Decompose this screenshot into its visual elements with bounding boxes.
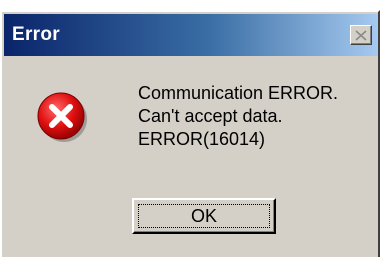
error-message: Communication ERROR. Can't accept data. … xyxy=(138,82,338,151)
message-line-2: Can't accept data. xyxy=(138,106,283,126)
ok-button-label: OK xyxy=(138,204,270,228)
ok-button[interactable]: OK xyxy=(132,198,276,234)
dialog-title: Error xyxy=(12,24,60,45)
title-bar[interactable]: Error xyxy=(4,14,378,56)
message-line-1: Communication ERROR. xyxy=(138,83,339,103)
close-icon xyxy=(355,29,367,41)
error-icon xyxy=(37,92,87,142)
message-line-3: ERROR(16014) xyxy=(138,129,266,149)
close-button[interactable] xyxy=(350,25,372,45)
error-dialog: Error Communication ERROR. Can't accept … xyxy=(0,10,380,257)
